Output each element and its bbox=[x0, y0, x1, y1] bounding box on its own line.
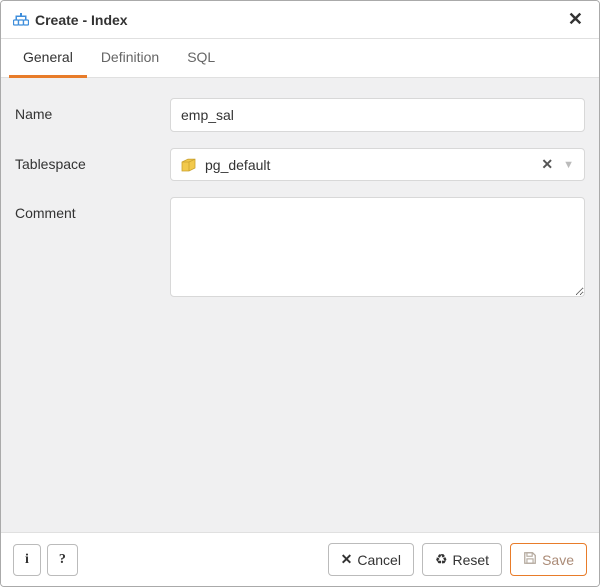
row-name: Name bbox=[15, 98, 585, 132]
close-icon[interactable]: ✕ bbox=[564, 9, 587, 30]
tablespace-clear-icon[interactable]: ✕ bbox=[535, 156, 559, 173]
reset-label: Reset bbox=[453, 552, 490, 568]
row-comment: Comment bbox=[15, 197, 585, 300]
cancel-label: Cancel bbox=[357, 552, 401, 568]
tab-sql[interactable]: SQL bbox=[173, 39, 229, 78]
recycle-icon: ♻ bbox=[435, 551, 448, 568]
help-button[interactable]: ? bbox=[47, 544, 78, 576]
row-tablespace: Tablespace pg_default ✕ ▼ bbox=[15, 148, 585, 181]
cancel-icon: ✕ bbox=[341, 551, 353, 568]
dialog-title: Create - Index bbox=[35, 12, 564, 28]
cancel-button[interactable]: ✕ Cancel bbox=[328, 543, 414, 576]
info-icon: i bbox=[25, 552, 29, 568]
reset-button[interactable]: ♻ Reset bbox=[422, 543, 502, 576]
tablespace-label: Tablespace bbox=[15, 148, 170, 181]
tablespace-icon bbox=[181, 158, 197, 172]
footer: i ? ✕ Cancel ♻ Reset Save bbox=[1, 532, 599, 586]
name-input[interactable] bbox=[170, 98, 585, 132]
tab-general[interactable]: General bbox=[9, 39, 87, 78]
form-body: Name Tablespace pg_default ✕ bbox=[1, 78, 599, 532]
info-button[interactable]: i bbox=[13, 544, 41, 576]
comment-input[interactable] bbox=[170, 197, 585, 297]
name-label: Name bbox=[15, 98, 170, 132]
help-icon: ? bbox=[59, 552, 66, 568]
save-button[interactable]: Save bbox=[510, 543, 587, 576]
comment-label: Comment bbox=[15, 197, 170, 300]
tablespace-select[interactable]: pg_default ✕ ▼ bbox=[170, 148, 585, 181]
title-bar: Create - Index ✕ bbox=[1, 1, 599, 39]
tablespace-value: pg_default bbox=[205, 157, 535, 173]
save-label: Save bbox=[542, 552, 574, 568]
tabs: General Definition SQL bbox=[1, 39, 599, 78]
save-icon bbox=[523, 551, 537, 568]
tab-definition[interactable]: Definition bbox=[87, 39, 173, 78]
chevron-down-icon: ▼ bbox=[563, 159, 574, 171]
index-icon bbox=[13, 12, 29, 28]
create-index-dialog: Create - Index ✕ General Definition SQL … bbox=[0, 0, 600, 587]
